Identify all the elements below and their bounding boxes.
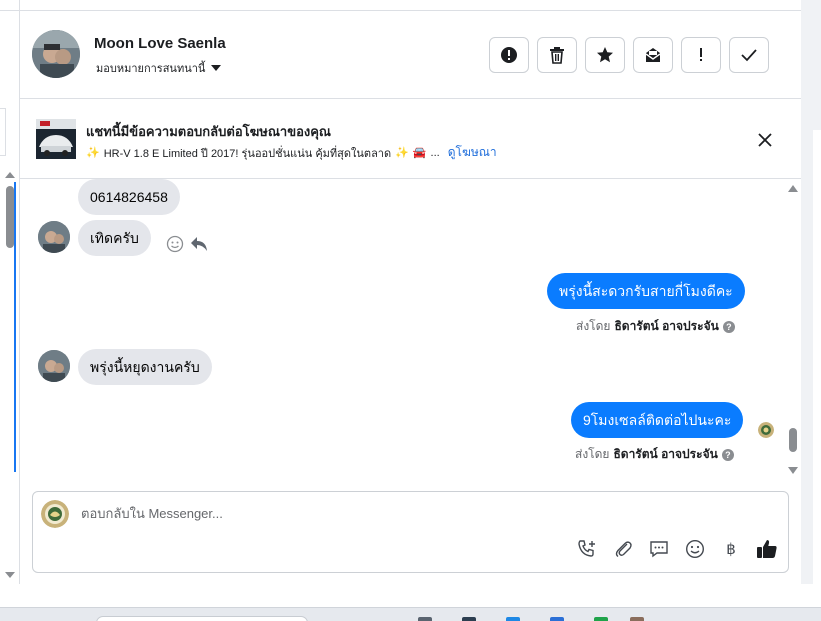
- like-button[interactable]: [756, 538, 778, 560]
- chevron-down-icon: [211, 65, 222, 71]
- incoming-message[interactable]: 0614826458: [78, 179, 180, 215]
- close-icon[interactable]: [756, 131, 774, 149]
- divider: [0, 10, 20, 11]
- thread-scrollbar-thumb[interactable]: [789, 428, 797, 452]
- taskbar-app-icon[interactable]: [418, 617, 432, 621]
- ad-ellipsis: ...: [430, 146, 440, 159]
- smiley-icon[interactable]: [166, 235, 184, 253]
- contact-avatar[interactable]: [32, 30, 80, 78]
- ad-banner-subtitle: ✨ HR-V 1.8 E Limited ปี 2017! รุ่นออปชั่…: [86, 143, 497, 162]
- scroll-down-arrow-icon[interactable]: [5, 572, 15, 578]
- composer-toolbar: ฿: [576, 538, 778, 560]
- sent-by-info: ส่งโดย ธิดารัตน์ อาจประจัน ?: [575, 445, 734, 464]
- smiley-icon: [685, 539, 705, 559]
- conversation-actions: [489, 37, 769, 73]
- taskbar-search[interactable]: [96, 616, 308, 621]
- view-ad-link[interactable]: ดูโฆษณา: [448, 143, 497, 162]
- message-hover-actions: [166, 235, 208, 253]
- exclamation-icon: [700, 48, 702, 61]
- conversation-header: Moon Love Saenla มอบหมายการสนทนานี้: [20, 11, 801, 99]
- sent-by-label: ส่งโดย: [575, 447, 610, 461]
- contact-name[interactable]: Moon Love Saenla: [94, 35, 226, 52]
- ad-subtitle-text: HR-V 1.8 E Limited ปี 2017! รุ่นออปชั่นแ…: [103, 147, 392, 160]
- reply-icon[interactable]: [190, 236, 208, 252]
- list-scrollbar-thumb[interactable]: [6, 186, 14, 248]
- taskbar-app-icon[interactable]: [594, 617, 608, 621]
- trash-icon: [550, 47, 564, 64]
- scroll-down-arrow-icon[interactable]: [788, 467, 798, 474]
- ad-banner-title: แชทนี้มีข้อความตอบกลับต่อโฆษณาของคุณ: [86, 124, 331, 139]
- agent-name: ธิดารัตน์ อาจประจัน: [614, 319, 719, 333]
- outgoing-message[interactable]: พรุ่งนี้สะดวกรับสายกี่โมงดีคะ: [547, 273, 745, 309]
- conversation-list-edge: [0, 0, 20, 584]
- sparkle-icon: ✨: [86, 147, 100, 159]
- selected-indicator: [14, 182, 16, 472]
- conversation-panel: Moon Love Saenla มอบหมายการสนทนานี้ แชทน…: [20, 10, 801, 584]
- alert-circle-icon: [501, 47, 517, 63]
- help-icon[interactable]: ?: [721, 448, 734, 461]
- ad-reply-banner: แชทนี้มีข้อความตอบกลับต่อโฆษณาของคุณ ✨ H…: [20, 99, 801, 179]
- paperclip-icon: [615, 541, 632, 558]
- reply-input[interactable]: [81, 506, 681, 521]
- payment-baht-button[interactable]: ฿: [720, 538, 742, 560]
- mark-unread-button[interactable]: [633, 37, 673, 73]
- star-icon: [597, 47, 613, 63]
- messenger-inbox-window: Moon Love Saenla มอบหมายการสนทนานี้ แชทน…: [0, 0, 821, 621]
- priority-button[interactable]: [681, 37, 721, 73]
- assign-conversation-dropdown[interactable]: มอบหมายการสนทนานี้: [96, 59, 222, 77]
- assign-label: มอบหมายการสนทนานี้: [96, 63, 206, 75]
- chat-bubble-icon: [650, 541, 668, 558]
- incoming-message[interactable]: เทิดครับ: [78, 220, 151, 256]
- contact-avatar-small: [38, 221, 70, 253]
- thumbs-up-icon: [757, 540, 777, 558]
- agent-name: ธิดารัตน์ อาจประจัน: [613, 447, 718, 461]
- help-icon[interactable]: ?: [722, 320, 735, 333]
- seen-indicator-avatar: [758, 422, 774, 438]
- sent-by-info: ส่งโดย ธิดารัตน์ อาจประจัน ?: [576, 317, 735, 336]
- list-item-edge[interactable]: [0, 108, 6, 156]
- delete-button[interactable]: [537, 37, 577, 73]
- ad-thumbnail[interactable]: [36, 119, 76, 159]
- scroll-up-arrow-icon[interactable]: [5, 172, 15, 178]
- taskbar-app-icon[interactable]: [630, 617, 644, 621]
- os-taskbar: [0, 607, 821, 621]
- check-icon: [741, 49, 757, 62]
- message-thread: 0614826458 เทิดครับ พรุ่งนี้สะดวกรับสายก…: [20, 179, 801, 485]
- taskbar-app-icon[interactable]: [550, 617, 564, 621]
- mark-unread-icon: [645, 48, 661, 62]
- scroll-up-arrow-icon[interactable]: [788, 185, 798, 192]
- sparkle-icon: ✨: [395, 147, 409, 159]
- contact-avatar-small: [38, 350, 70, 382]
- mark-spam-button[interactable]: [489, 37, 529, 73]
- car-icon: 🚘: [412, 147, 427, 159]
- outgoing-message[interactable]: 9โมงเซลล์ติดต่อไปนะคะ: [571, 402, 744, 438]
- phone-plus-icon: [578, 540, 595, 557]
- sent-by-label: ส่งโดย: [576, 319, 611, 333]
- saved-replies-button[interactable]: [648, 538, 670, 560]
- mark-done-button[interactable]: [729, 37, 769, 73]
- incoming-message[interactable]: พรุ่งนี้หยุดงานครับ: [78, 349, 212, 385]
- taskbar-app-icon[interactable]: [506, 617, 520, 621]
- taskbar-app-icon[interactable]: [462, 617, 476, 621]
- emoji-button[interactable]: [684, 538, 706, 560]
- attach-file-button[interactable]: [612, 538, 634, 560]
- follow-up-button[interactable]: [585, 37, 625, 73]
- page-avatar: [41, 500, 69, 528]
- right-side-panel-edge: [801, 0, 821, 586]
- reply-composer: ฿: [32, 491, 789, 573]
- add-call-button[interactable]: [576, 538, 598, 560]
